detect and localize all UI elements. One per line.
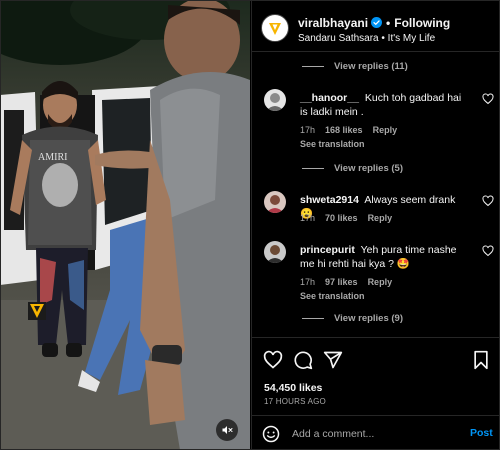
user-avatar-image bbox=[264, 191, 286, 213]
comment-meta: 17h 70 likes Reply bbox=[300, 213, 402, 223]
user-avatar-image bbox=[264, 241, 286, 263]
view-replies-button[interactable]: View replies (5) bbox=[302, 163, 403, 174]
comment-likes[interactable]: 97 likes bbox=[325, 277, 358, 287]
comment-item: shweta2914 Always seem drank 😮 17h 70 lik… bbox=[264, 191, 494, 231]
commenter-username[interactable]: __hanoor__ bbox=[300, 92, 359, 104]
likes-count[interactable]: 54,450 likes bbox=[264, 382, 322, 394]
heart-icon[interactable] bbox=[482, 195, 494, 207]
commenter-avatar[interactable] bbox=[264, 241, 286, 263]
comment-time[interactable]: 17h bbox=[300, 213, 315, 223]
see-translation-button[interactable]: See translation bbox=[300, 139, 365, 149]
comment-time[interactable]: 17h bbox=[300, 277, 315, 287]
reply-divider bbox=[302, 317, 324, 319]
commenter-username[interactable]: princepurit bbox=[300, 244, 355, 256]
comment-icon[interactable] bbox=[293, 350, 313, 370]
comment-composer: Post bbox=[252, 415, 500, 450]
reply-divider bbox=[302, 65, 324, 67]
following-button[interactable]: Following bbox=[394, 16, 450, 30]
comment-item: princepurit Yeh pura time nashe me hi re… bbox=[264, 241, 494, 303]
reply-divider bbox=[302, 167, 324, 169]
reply-button[interactable]: Reply bbox=[368, 277, 393, 287]
author-username[interactable]: viralbhayani bbox=[298, 16, 368, 30]
post-timestamp[interactable]: 17 HOURS AGO bbox=[264, 397, 326, 406]
view-replies-label: View replies (9) bbox=[334, 313, 403, 324]
view-replies-button[interactable]: View replies (11) bbox=[302, 61, 408, 72]
share-icon[interactable] bbox=[323, 350, 343, 370]
heart-icon[interactable] bbox=[482, 245, 494, 257]
reply-button[interactable]: Reply bbox=[368, 213, 393, 223]
bookmark-icon[interactable] bbox=[471, 350, 491, 370]
see-translation-button[interactable]: See translation bbox=[300, 291, 365, 301]
speaker-muted-icon bbox=[222, 426, 233, 434]
post-details-panel: viralbhayani • Following Sandaru Sathsara… bbox=[251, 0, 500, 450]
comment-meta: 17h 168 likes Reply bbox=[300, 125, 407, 135]
comment-likes[interactable]: 70 likes bbox=[325, 213, 358, 223]
user-avatar-image bbox=[264, 89, 286, 111]
reply-button[interactable]: Reply bbox=[373, 125, 398, 135]
post-header: viralbhayani • Following Sandaru Sathsara… bbox=[252, 0, 500, 52]
comment-body: princepurit Yeh pura time nashe me hi re… bbox=[300, 243, 470, 271]
commenter-avatar[interactable] bbox=[264, 89, 286, 111]
author-avatar[interactable] bbox=[261, 14, 289, 42]
verified-badge-icon bbox=[371, 17, 383, 28]
viral-bhayani-logo bbox=[266, 19, 284, 37]
post-actions: 54,450 likes 17 HOURS AGO bbox=[252, 337, 500, 409]
comments-list[interactable]: View replies (11) __hanoor__ Kuch toh ga… bbox=[252, 53, 500, 337]
commenter-username[interactable]: shweta2914 bbox=[300, 194, 359, 206]
viral-bhayani-watermark bbox=[28, 302, 46, 320]
mute-toggle-button[interactable] bbox=[216, 419, 238, 441]
video-frame: AMIRI bbox=[0, 0, 250, 450]
header-title-line: viralbhayani • Following bbox=[298, 16, 450, 30]
post-media[interactable]: AMIRI bbox=[0, 0, 250, 450]
heart-icon[interactable] bbox=[263, 350, 283, 370]
commenter-avatar[interactable] bbox=[264, 191, 286, 213]
view-replies-label: View replies (5) bbox=[334, 163, 403, 174]
comment-time[interactable]: 17h bbox=[300, 125, 315, 135]
audio-attribution[interactable]: Sandaru Sathsara • It's My Life bbox=[298, 33, 435, 44]
comment-likes[interactable]: 168 likes bbox=[325, 125, 363, 135]
separator-dot: • bbox=[386, 16, 391, 30]
comment-meta: 17h 97 likes Reply bbox=[300, 277, 402, 287]
svg-text:AMIRI: AMIRI bbox=[38, 152, 67, 163]
comment-input[interactable] bbox=[292, 424, 452, 444]
post-comment-button[interactable]: Post bbox=[470, 427, 493, 439]
comment-item: __hanoor__ Kuch toh gadbad hai is ladki … bbox=[264, 89, 494, 151]
comment-body: __hanoor__ Kuch toh gadbad hai is ladki … bbox=[300, 91, 470, 119]
view-replies-button[interactable]: View replies (9) bbox=[302, 313, 403, 324]
heart-icon[interactable] bbox=[482, 93, 494, 105]
view-replies-label: View replies (11) bbox=[334, 61, 408, 72]
emoji-icon[interactable] bbox=[262, 425, 280, 443]
